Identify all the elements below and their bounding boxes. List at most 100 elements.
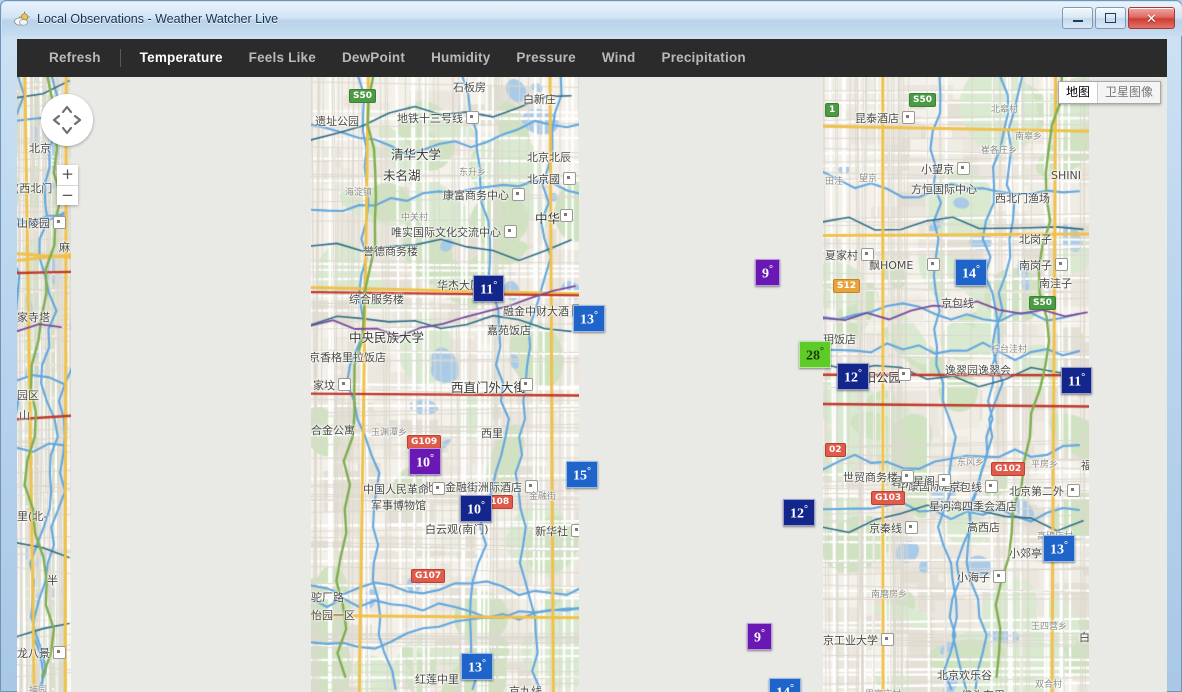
map-label: 龙八景 — [17, 645, 50, 661]
road-shield: G109 — [407, 435, 441, 449]
temperature-value: 14 — [776, 686, 790, 692]
map-label: 小郊亭 — [1009, 545, 1042, 561]
menu-item-refresh[interactable]: Refresh — [17, 39, 114, 77]
map-label: 夏家村 — [825, 247, 858, 263]
road-shield: S50 — [909, 93, 936, 107]
temperature-value: 12 — [790, 507, 804, 522]
temperature-marker[interactable]: 13° — [573, 305, 605, 332]
map-label: 北京欢乐谷 — [937, 667, 992, 683]
map-poi-icon — [563, 172, 576, 185]
map-label: 田洼 — [825, 174, 843, 187]
map-label: 小海子 — [957, 569, 990, 585]
temperature-value: 11 — [1068, 375, 1081, 390]
degree-symbol: ° — [481, 500, 485, 511]
minimize-button[interactable] — [1062, 7, 1093, 29]
map-label: 未名湖 — [383, 165, 421, 184]
map-poi-icon — [985, 480, 998, 493]
map-label: 京工业大学 — [823, 632, 878, 648]
pan-left-arrow — [54, 116, 59, 124]
map-label: 南皋乡 — [1015, 129, 1042, 142]
temperature-value: 13 — [580, 313, 594, 328]
temperature-marker[interactable]: 13° — [1043, 535, 1075, 562]
map-label: 逸翠园逸翠会 — [945, 362, 1011, 378]
map-label: 南洼子 — [1039, 275, 1072, 291]
map-label: 北岗子 — [1019, 231, 1052, 247]
zoom-out-button[interactable]: − — [57, 186, 78, 206]
map-label: 京九线 — [509, 683, 542, 692]
map-label: 综合服务楼 — [349, 291, 404, 307]
temperature-value: 14 — [962, 267, 976, 282]
temperature-marker[interactable]: 9° — [747, 623, 772, 650]
map-label: 王四营乡 — [1031, 619, 1067, 632]
temperature-marker[interactable]: 13° — [461, 653, 493, 680]
menu-item-precipitation[interactable]: Precipitation — [648, 39, 758, 77]
map-label: 东风乡 — [957, 455, 984, 468]
degree-symbol: ° — [820, 346, 824, 357]
temperature-value: 9 — [762, 267, 769, 282]
degree-symbol: ° — [804, 504, 808, 515]
title-bar: Local Observations - Weather Watcher Liv… — [2, 2, 1182, 36]
road-shield: G107 — [411, 569, 445, 583]
map-label: 红莲中里 — [415, 671, 459, 687]
map-label: 麻 — [59, 239, 70, 255]
temperature-marker[interactable]: 12° — [783, 499, 815, 526]
map-label: 驼厂路 — [311, 589, 344, 605]
map-type-map-button[interactable]: 地图 — [1059, 82, 1098, 103]
map-label: 周家庄村 — [865, 687, 901, 692]
temperature-marker[interactable]: 10° — [409, 448, 441, 475]
zoom-in-button[interactable]: + — [57, 165, 78, 186]
map-poi-icon — [881, 633, 894, 646]
map-poi-icon — [338, 378, 351, 391]
map-label: 崔各庄乡 — [981, 143, 1017, 156]
close-button[interactable]: ✕ — [1128, 7, 1175, 29]
degree-symbol: ° — [769, 264, 773, 275]
map-pan-control[interactable] — [41, 94, 93, 146]
temperature-marker[interactable]: 12° — [837, 363, 869, 390]
menu-item-humidity[interactable]: Humidity — [418, 39, 503, 77]
maximize-button[interactable] — [1095, 7, 1126, 29]
map-label: 半 — [47, 572, 58, 588]
temperature-marker[interactable]: 14° — [955, 259, 987, 286]
road-shield: S12 — [833, 279, 860, 293]
temperature-marker[interactable]: 15° — [566, 461, 598, 488]
menu-item-wind[interactable]: Wind — [589, 39, 649, 77]
map-label: 西直门外大街 — [451, 377, 526, 396]
map-label: 望京 — [859, 171, 877, 184]
temperature-marker[interactable]: 9° — [755, 259, 780, 286]
map-label: 白云观(南门) — [425, 521, 489, 537]
map-tile-strip-center[interactable]: 石板房 白新庄 遗址公园 地铁十三号线 清华大学 北京北辰 未名湖 东升乡 北京國 海淀镇 康富商务… — [311, 77, 579, 692]
map-poi-icon — [504, 225, 517, 238]
road-shield: S50 — [349, 89, 376, 103]
temperature-marker[interactable]: 10° — [460, 495, 492, 522]
temperature-marker[interactable]: 28° — [799, 341, 831, 368]
temperature-marker[interactable]: 11° — [1061, 367, 1092, 394]
temperature-value: 13 — [1050, 543, 1064, 558]
temperature-marker[interactable]: 11° — [473, 275, 504, 302]
menu-item-feels-like[interactable]: Feels Like — [236, 39, 329, 77]
map-canvas[interactable]: 北京 (西北门 山陵园麻家寺塔 园区山里(北- 半龙八景 捕园 石板房 白新庄 遗址公园 地铁十… — [17, 77, 1167, 692]
map-label: 双合村 — [1035, 677, 1062, 690]
menu-item-dewpoint[interactable]: DewPoint — [329, 39, 418, 77]
map-label: 融金中财大酒 — [503, 303, 569, 319]
map-label: 飘HOME — [869, 257, 913, 273]
map-label: 柠台洼村 — [991, 342, 1027, 355]
menu-item-temperature[interactable]: Temperature — [127, 39, 236, 77]
map-label: 福 — [1081, 457, 1089, 473]
weather-app-icon — [13, 11, 30, 28]
map-type-toggle[interactable]: 地图 卫星图像 — [1058, 81, 1161, 104]
minimize-icon — [1073, 20, 1083, 22]
map-label: 西里 — [481, 425, 503, 441]
map-label: 清华大学 — [391, 144, 441, 163]
map-poi-icon — [902, 111, 915, 124]
close-icon: ✕ — [1146, 12, 1157, 25]
map-label: 京秦线 — [869, 520, 902, 536]
map-poi-icon — [1055, 258, 1068, 271]
map-label: 里(北- — [17, 508, 47, 524]
menu-item-pressure[interactable]: Pressure — [503, 39, 588, 77]
map-label: 金融街 — [529, 489, 556, 502]
map-poi-icon — [571, 524, 579, 537]
temperature-marker[interactable]: 14° — [769, 678, 801, 692]
map-label: 中关村 — [401, 210, 428, 223]
map-zoom-control[interactable]: + − — [57, 165, 78, 205]
map-type-satellite-button[interactable]: 卫星图像 — [1098, 82, 1160, 103]
